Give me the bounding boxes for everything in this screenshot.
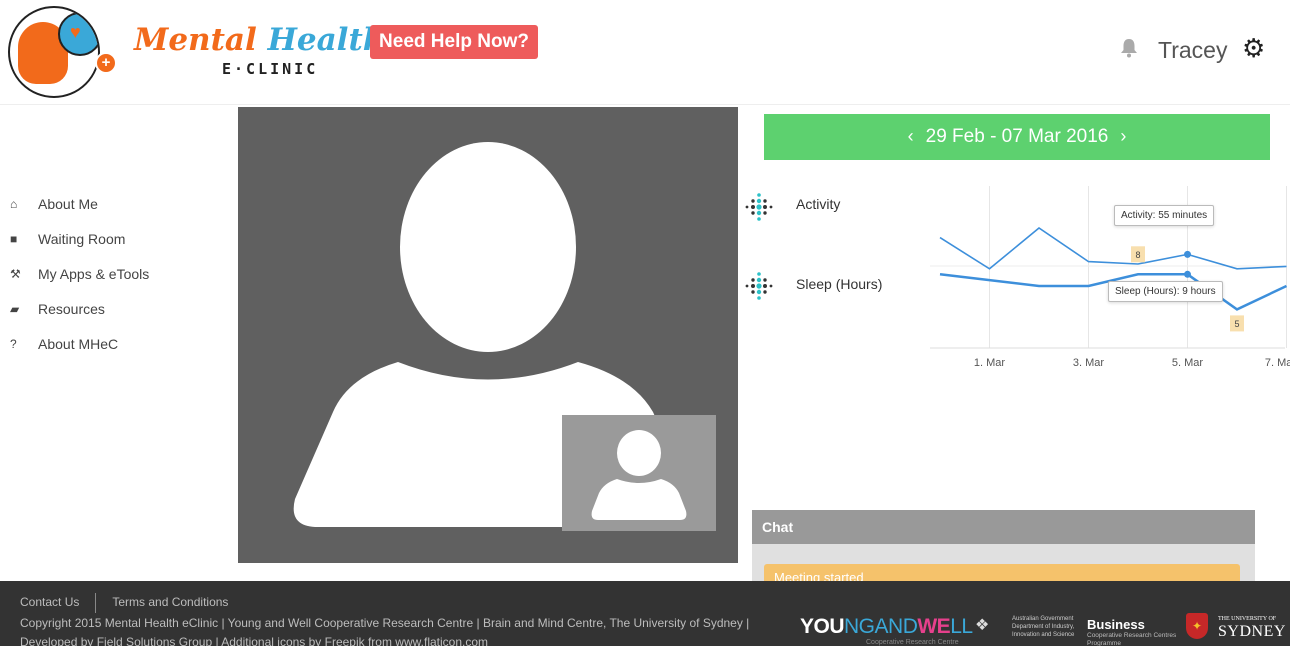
question-circle-icon: ? <box>10 337 17 351</box>
video-camera-icon: ■ <box>10 232 18 246</box>
sidebar-item-label: Resources <box>38 301 105 317</box>
yw-part-you: YOU <box>800 615 845 638</box>
australian-government-text: Australian Government Department of Indu… <box>1012 616 1075 638</box>
wrench-icon: ⚒ <box>10 267 21 281</box>
activity-line <box>939 227 1287 270</box>
footer-divider <box>95 593 97 613</box>
plus-icon: + <box>95 52 117 74</box>
data-label: 5 <box>1234 319 1239 329</box>
fitbit-chart[interactable]: 8 5 1. Mar 3. Mar 5. Mar 7. Mar Activity: 55 … <box>930 180 1290 380</box>
activity-point <box>1184 250 1191 258</box>
sidebar-item-waiting-room[interactable]: ■ Waiting Room <box>10 225 125 253</box>
footer-links: Contact Us Terms and Conditions <box>20 593 228 613</box>
folder-open-icon: ▰ <box>10 302 20 316</box>
brand-word-health: Health <box>267 22 386 58</box>
university-shield-icon: ✦ <box>1186 613 1208 639</box>
need-help-button[interactable]: Need Help Now? <box>370 25 538 59</box>
self-video-thumbnail[interactable] <box>562 415 716 531</box>
activity-tooltip: Activity: 55 minutes <box>1114 205 1215 226</box>
chat-header: Chat <box>752 510 1255 544</box>
person-silhouette-icon <box>591 430 687 520</box>
sidebar-item-label: My Apps & eTools <box>38 266 150 282</box>
sleep-tooltip: Sleep (Hours): 9 hours <box>1108 281 1223 302</box>
university-small-text: THE UNIVERSITY OF <box>1218 616 1277 622</box>
heart-icon: ♥ <box>70 22 81 42</box>
fitbit-icon <box>744 192 774 227</box>
chat-body[interactable]: Meeting started <box>752 544 1255 584</box>
business-crc-subtitle: Cooperative Research Centres Programme <box>1087 632 1177 646</box>
logo-icon[interactable]: ♥ <box>8 6 100 98</box>
sidebar-item-about-mhec[interactable]: ? About MHeC <box>10 330 118 358</box>
home-icon: ⌂ <box>10 197 18 211</box>
x-tick-label: 3. Mar <box>1073 357 1105 369</box>
metric-activity-label: Activity <box>796 196 841 212</box>
sidebar-item-label: About MHeC <box>38 336 119 352</box>
sidebar-item-resources[interactable]: ▰ Resources <box>10 295 105 323</box>
yw-part-we: WE <box>917 615 951 638</box>
footer: Contact Us Terms and Conditions Copyright… <box>0 581 1290 646</box>
contact-us-link[interactable]: Contact Us <box>20 595 79 609</box>
date-range-bar: ‹ 29 Feb - 07 Mar 2016 › <box>764 114 1270 160</box>
header: ♥ + Mental Health E·CLINIC Need Help Now… <box>0 0 1290 105</box>
x-tick-label: 1. Mar <box>974 357 1006 369</box>
yw-part-ngand: NGAND <box>844 615 918 638</box>
brand-name[interactable]: Mental Health <box>134 22 385 58</box>
user-name[interactable]: Tracey <box>1158 37 1227 64</box>
date-range-label: 29 Feb - 07 Mar 2016 <box>925 126 1109 147</box>
metric-sleep-label: Sleep (Hours) <box>796 276 883 292</box>
copyright-text: Copyright 2015 Mental Health eClinic | Y… <box>20 616 750 630</box>
bell-icon[interactable] <box>1120 38 1138 64</box>
university-name: SYDNEY <box>1218 623 1286 640</box>
fitbit-icon <box>744 271 774 306</box>
brand-subtitle: E·CLINIC <box>222 60 319 78</box>
sidebar-item-label: Waiting Room <box>38 231 126 247</box>
x-tick-label: 5. Mar <box>1172 357 1204 369</box>
sidebar-item-about-me[interactable]: ⌂ About Me <box>10 190 98 218</box>
gear-icon[interactable]: ⚙ <box>1242 33 1265 64</box>
yw-subtitle: Cooperative Research Centre <box>866 639 959 646</box>
sleep-point <box>1184 270 1191 278</box>
yw-part-ll: LL <box>950 615 973 638</box>
coat-of-arms-icon: ❖ <box>975 617 990 634</box>
prev-week-button[interactable]: ‹ <box>908 126 914 146</box>
terms-link[interactable]: Terms and Conditions <box>112 595 228 609</box>
developer-credits: Developed by Field Solutions Group | Add… <box>20 635 489 646</box>
hand-icon: ♥ <box>58 12 98 56</box>
x-tick-label: 7. Mar <box>1265 357 1290 369</box>
next-week-button[interactable]: › <box>1120 126 1126 146</box>
young-and-well-logo[interactable]: YOUNGANDWELL <box>800 615 973 639</box>
chart-svg: 8 5 1. Mar 3. Mar 5. Mar 7. Mar <box>930 186 1290 369</box>
sidebar-item-label: About Me <box>38 196 98 212</box>
brand-word-mental: Mental <box>134 22 257 58</box>
data-label: 8 <box>1135 250 1140 260</box>
sidebar-item-my-apps[interactable]: ⚒ My Apps & eTools <box>10 260 149 288</box>
business-crc-title: Business <box>1087 617 1145 632</box>
